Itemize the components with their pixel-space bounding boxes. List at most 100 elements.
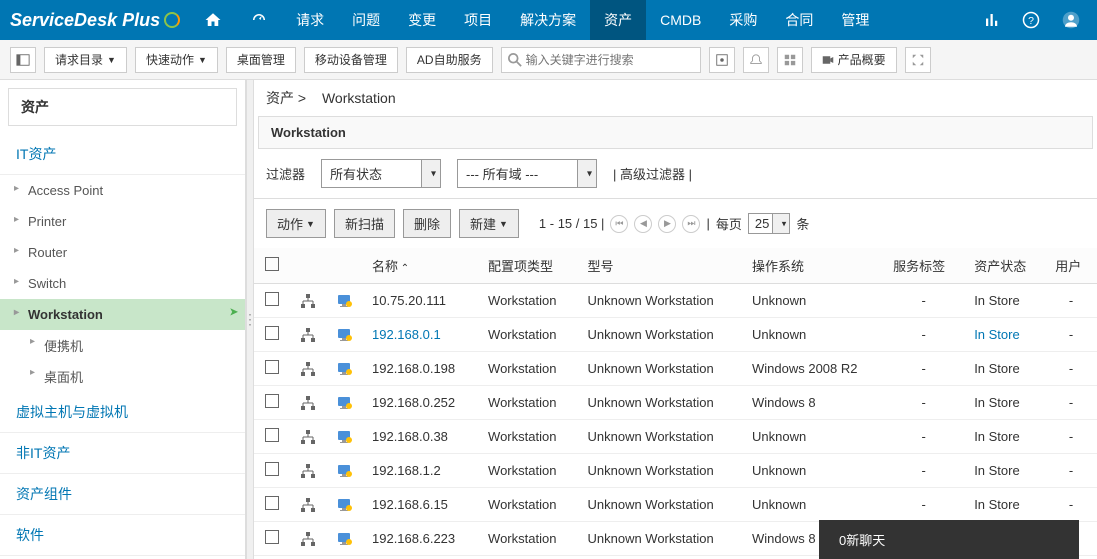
pager-prev[interactable]: ◀ [634, 215, 652, 233]
nav-item-2[interactable]: 变更 [394, 0, 450, 40]
cell-name[interactable]: 192.168.1.2 [362, 454, 478, 488]
action-dropdown[interactable]: 动作▼ [266, 209, 326, 238]
search-box[interactable] [501, 47, 701, 73]
cell-name[interactable]: 192.168.6.15 [362, 488, 478, 522]
nav-item-6[interactable]: CMDB [646, 0, 715, 40]
nav-item-3[interactable]: 项目 [450, 0, 506, 40]
nav-item-0[interactable]: 请求 [282, 0, 338, 40]
cell-status[interactable]: In Store [964, 352, 1045, 386]
search-input[interactable] [526, 53, 694, 67]
ad-self-service-button[interactable]: AD自助服务 [406, 47, 493, 73]
sidebar-section-3[interactable]: 软件 [0, 515, 245, 556]
row-checkbox[interactable] [265, 292, 279, 306]
sidebar-item-printer[interactable]: Printer [0, 206, 245, 237]
sidebar-resize-handle[interactable] [246, 80, 254, 559]
rescan-button[interactable]: 新扫描 [334, 209, 395, 238]
chat-toast[interactable]: 0新聊天 [819, 520, 1079, 559]
sidebar-item-router[interactable]: Router [0, 237, 245, 268]
mobile-mgmt-button[interactable]: 移动设备管理 [304, 47, 398, 73]
row-checkbox[interactable] [265, 428, 279, 442]
sidebar-sub-0[interactable]: 便携机 [0, 330, 245, 361]
network-icon[interactable] [290, 488, 326, 522]
col-header-8[interactable]: 资产状态 [964, 248, 1045, 284]
row-checkbox[interactable] [265, 530, 279, 544]
table-row[interactable]: 192.168.6.15WorkstationUnknown Workstati… [254, 488, 1097, 522]
sidebar-item-workstation[interactable]: Workstation [0, 299, 245, 330]
nav-item-1[interactable]: 问题 [338, 0, 394, 40]
cell-name[interactable]: 192.168.0.198 [362, 352, 478, 386]
toolbar-icon-4[interactable] [905, 47, 931, 73]
nav-home[interactable] [190, 0, 236, 40]
cell-status[interactable]: In Store [964, 488, 1045, 522]
notifications-button[interactable] [743, 47, 769, 73]
quick-action-button[interactable]: 快速动作 ▼ [135, 47, 218, 73]
row-checkbox[interactable] [265, 326, 279, 340]
nav-item-7[interactable]: 采购 [715, 0, 771, 40]
network-icon[interactable] [290, 318, 326, 352]
table-row[interactable]: 192.168.0.198WorkstationUnknown Workstat… [254, 352, 1097, 386]
nav-item-5[interactable]: 资产 [590, 0, 646, 40]
cell-name[interactable]: 192.168.6.223 [362, 522, 478, 556]
network-icon[interactable] [290, 454, 326, 488]
network-icon[interactable] [290, 522, 326, 556]
network-icon[interactable] [290, 386, 326, 420]
help-button[interactable]: ? [1015, 4, 1047, 36]
row-checkbox[interactable] [265, 394, 279, 408]
sidebar-item-switch[interactable]: Switch [0, 268, 245, 299]
toolbar-icon-1[interactable] [709, 47, 735, 73]
pager-first[interactable]: ⏮ [610, 215, 628, 233]
product-overview-button[interactable]: 产品概要 [811, 47, 897, 73]
col-header-9[interactable]: 用户 [1045, 248, 1097, 284]
cell-name[interactable]: 192.168.0.1 [362, 318, 478, 352]
cell-status[interactable]: In Store [964, 420, 1045, 454]
row-checkbox[interactable] [265, 496, 279, 510]
toolbar-icon-3[interactable] [777, 47, 803, 73]
desktop-mgmt-button[interactable]: 桌面管理 [226, 47, 296, 73]
cell-status[interactable]: In Store [964, 284, 1045, 318]
sidebar-item-access-point[interactable]: Access Point [0, 175, 245, 206]
table-row[interactable]: 192.168.0.252WorkstationUnknown Workstat… [254, 386, 1097, 420]
nav-item-8[interactable]: 合同 [771, 0, 827, 40]
col-header-5[interactable]: 型号 [577, 248, 742, 284]
sidebar-sub-1[interactable]: 桌面机 [0, 361, 245, 392]
domain-filter-select[interactable]: --- 所有域 --- [457, 159, 597, 188]
user-menu[interactable] [1055, 4, 1087, 36]
pager-last[interactable]: ⏭ [682, 215, 700, 233]
table-row[interactable]: 10.75.20.111WorkstationUnknown Workstati… [254, 284, 1097, 318]
sidebar-section-2[interactable]: 资产组件 [0, 474, 245, 515]
cell-status[interactable]: In Store [964, 386, 1045, 420]
row-checkbox[interactable] [265, 360, 279, 374]
sidebar-section-1[interactable]: 非IT资产 [0, 433, 245, 474]
nav-item-4[interactable]: 解决方案 [506, 0, 590, 40]
table-row[interactable]: 192.168.0.38WorkstationUnknown Workstati… [254, 420, 1097, 454]
table-row[interactable]: 192.168.0.1WorkstationUnknown Workstatio… [254, 318, 1097, 352]
nav-item-9[interactable]: 管理 [827, 0, 883, 40]
network-icon[interactable] [290, 556, 326, 559]
cell-name[interactable]: 192.168.0.252 [362, 386, 478, 420]
sidebar-section-it-assets[interactable]: IT资产 [0, 134, 245, 175]
network-icon[interactable] [290, 352, 326, 386]
breadcrumb-root[interactable]: 资产 > [266, 90, 306, 106]
create-dropdown[interactable]: 新建▼ [459, 209, 519, 238]
pager-next[interactable]: ▶ [658, 215, 676, 233]
col-header-3[interactable]: 名称 [362, 248, 478, 284]
nav-reports[interactable] [969, 0, 1015, 40]
col-header-6[interactable]: 操作系统 [742, 248, 883, 284]
nav-dashboard[interactable] [236, 0, 282, 40]
select-all-checkbox[interactable] [265, 257, 279, 271]
page-size-select[interactable]: 25 [748, 213, 790, 234]
advanced-filter-link[interactable]: | 高级过滤器 | [613, 164, 692, 183]
toggle-sidebar-button[interactable] [10, 47, 36, 73]
cell-name[interactable]: 192.168.0.38 [362, 420, 478, 454]
status-filter-select[interactable]: 所有状态 [321, 159, 441, 188]
cell-name[interactable]: 6.0.0.223 [362, 556, 478, 559]
col-header-7[interactable]: 服务标签 [883, 248, 964, 284]
request-catalog-button[interactable]: 请求目录 ▼ [44, 47, 127, 73]
network-icon[interactable] [290, 420, 326, 454]
cell-status[interactable]: In Store [964, 318, 1045, 352]
network-icon[interactable] [290, 284, 326, 318]
cell-name[interactable]: 10.75.20.111 [362, 284, 478, 318]
sidebar-section-0[interactable]: 虚拟主机与虚拟机 [0, 392, 245, 433]
col-header-4[interactable]: 配置项类型 [478, 248, 577, 284]
row-checkbox[interactable] [265, 462, 279, 476]
